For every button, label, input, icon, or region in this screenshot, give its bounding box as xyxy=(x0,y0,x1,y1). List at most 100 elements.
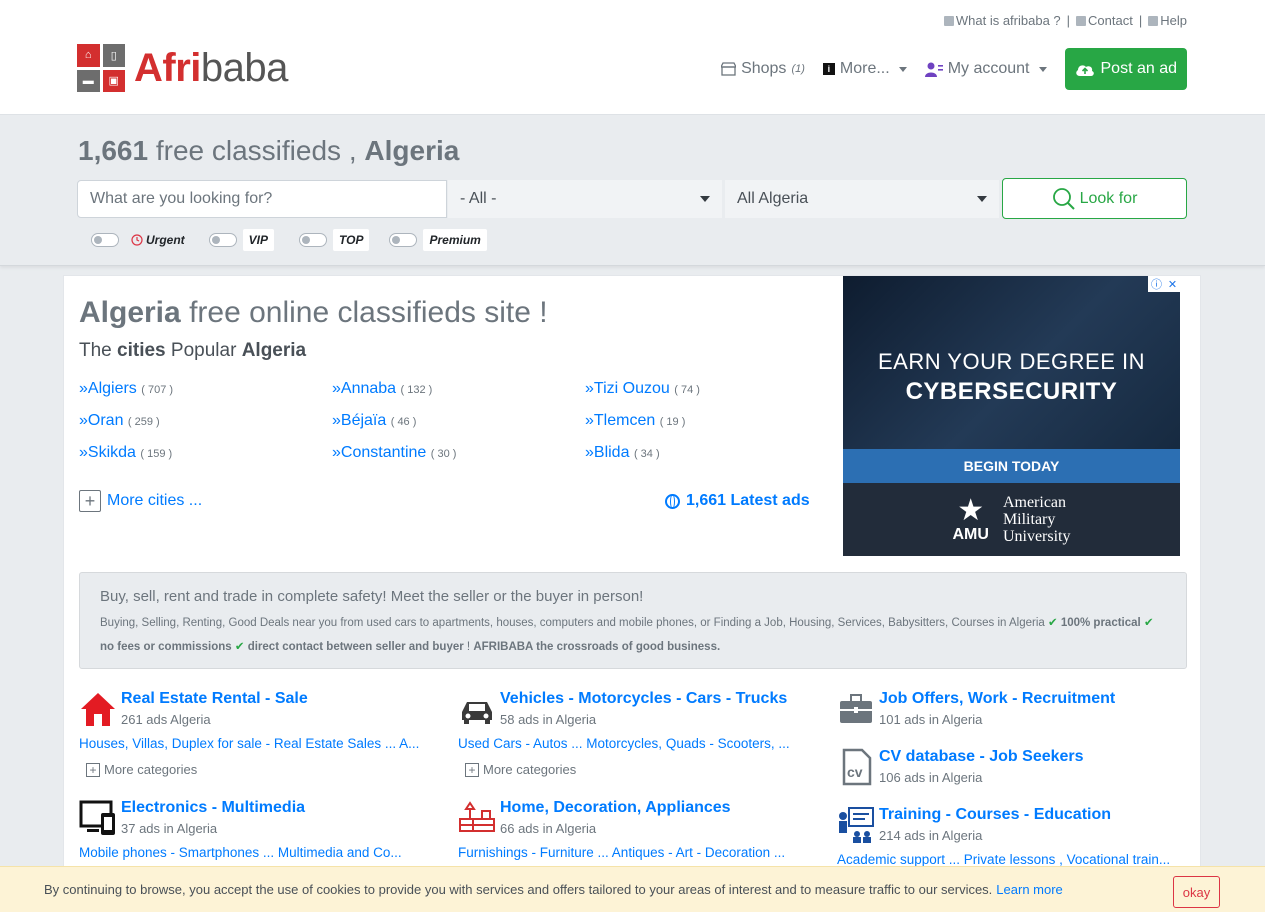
h2-part: Algeria xyxy=(241,340,307,361)
city-link[interactable]: »Oran ( 259 ) xyxy=(79,412,160,430)
post-ad-button[interactable]: Post an ad xyxy=(1064,48,1187,90)
vip-label: VIP xyxy=(242,229,275,251)
search-section: 1,661 free classifieds , Algeria What ar… xyxy=(0,115,1265,266)
toggle-top[interactable]: TOP xyxy=(299,229,370,251)
main-nav: Shops (1) i More... My account Post an a… xyxy=(721,48,1187,90)
city-link[interactable]: »Blida ( 34 ) xyxy=(585,444,660,462)
info-lead: Buy, sell, rent and trade in complete sa… xyxy=(100,588,644,605)
look-for-button[interactable]: Look for xyxy=(1002,178,1187,219)
category-title[interactable]: Electronics - Multimedia xyxy=(121,799,305,817)
category-sublinks[interactable]: Mobile phones - Smartphones ... Multimed… xyxy=(79,845,424,860)
city-count: ( 30 ) xyxy=(430,448,457,460)
city-link[interactable]: »Tizi Ouzou ( 74 ) xyxy=(585,380,700,398)
logo-baba: baba xyxy=(200,46,288,90)
city-count: ( 132 ) xyxy=(400,384,433,396)
help-link[interactable]: Help xyxy=(1148,13,1187,28)
advertisement-banner[interactable]: ⓘ ✕ EARN YOUR DEGREE IN CYBERSECURITY BEG… xyxy=(843,276,1180,556)
contact-link-label: Contact xyxy=(1088,13,1133,28)
amu-logo: ★ AMU xyxy=(953,493,989,544)
category-count: 101 ads in Algeria xyxy=(879,712,983,727)
separator: | xyxy=(1066,13,1071,28)
city-name: »Tizi Ouzou xyxy=(585,380,670,397)
learn-more-link[interactable]: Learn more xyxy=(996,882,1062,897)
toggle-vip[interactable]: VIP xyxy=(208,229,275,251)
more-cities-label: More cities ... xyxy=(107,492,203,509)
help-link-label: Help xyxy=(1160,13,1187,28)
latest-ads-link[interactable]: 1,661 Latest ads xyxy=(665,492,810,510)
category-select[interactable]: - All - xyxy=(448,180,722,218)
h2-part: The xyxy=(79,340,112,361)
top-switch[interactable] xyxy=(299,233,328,247)
city-link[interactable]: »Algiers ( 707 ) xyxy=(79,380,173,398)
shops-link[interactable]: Shops (1) xyxy=(721,60,805,78)
more-categories-link[interactable]: + More categories xyxy=(86,762,197,777)
category-sublinks[interactable]: Used Cars - Autos ... Motorcycles, Quads… xyxy=(458,736,803,751)
category-title[interactable]: Home, Decoration, Appliances xyxy=(500,799,731,817)
toggle-urgent[interactable]: Urgent xyxy=(91,233,185,247)
top-links: What is afribaba ? | Contact | Help xyxy=(943,13,1187,28)
logo-text: Afribaba xyxy=(134,48,288,88)
shop-icon xyxy=(721,62,737,76)
check-icon: ✔ xyxy=(1047,617,1058,629)
cv-icon: cv xyxy=(842,748,872,786)
account-dropdown[interactable]: My account xyxy=(924,60,1047,78)
urgent-label-wrap: Urgent xyxy=(131,233,185,247)
ad-cta[interactable]: BEGIN TODAY xyxy=(843,449,1180,483)
look-for-label: Look for xyxy=(1079,189,1138,207)
about-link[interactable]: What is afribaba ? xyxy=(943,13,1061,28)
plus-icon: + xyxy=(86,762,100,777)
check-icon: ✔ xyxy=(1143,617,1154,629)
logo-afri: Afri xyxy=(134,46,201,90)
category-count: 261 ads Algeria xyxy=(121,712,211,727)
category-title[interactable]: Real Estate Rental - Sale xyxy=(121,690,308,708)
city-link[interactable]: »Skikda ( 159 ) xyxy=(79,444,172,462)
premium-switch[interactable] xyxy=(389,233,418,247)
more-label: More... xyxy=(839,60,890,77)
help-icon xyxy=(1148,15,1159,26)
clock-icon xyxy=(131,234,143,246)
category-title[interactable]: Vehicles - Motorcycles - Cars - Trucks xyxy=(500,690,787,708)
city-count: ( 46 ) xyxy=(390,416,417,428)
city-name: »Oran xyxy=(79,412,124,429)
amu-name-line: University xyxy=(1002,528,1071,545)
category-sublinks[interactable]: Houses, Villas, Duplex for sale - Real E… xyxy=(79,736,424,751)
city-name: »Béjaïa xyxy=(332,412,387,429)
category-sublinks[interactable]: Academic support ... Private lessons , V… xyxy=(837,852,1182,867)
check-icon: ✔ xyxy=(234,641,245,653)
star-icon: ★ xyxy=(957,493,985,527)
toggle-premium[interactable]: Premium xyxy=(389,229,487,251)
cookie-banner: By continuing to browse, you accept the … xyxy=(0,866,1265,912)
more-dropdown[interactable]: i More... xyxy=(822,60,907,78)
ad-headline: EARN YOUR DEGREE IN xyxy=(877,349,1146,374)
about-link-label: What is afribaba ? xyxy=(955,13,1061,28)
city-count: ( 34 ) xyxy=(633,448,660,460)
city-link[interactable]: »Béjaïa ( 46 ) xyxy=(332,412,416,430)
category-title[interactable]: CV database - Job Seekers xyxy=(879,748,1084,766)
more-cities-link[interactable]: + More cities ... xyxy=(79,490,202,512)
latest-ads-label: 1,661 Latest ads xyxy=(686,492,810,509)
category-count: 66 ads in Algeria xyxy=(500,821,597,836)
close-icon[interactable]: ✕ xyxy=(1168,278,1177,291)
ad-choices[interactable]: ⓘ ✕ xyxy=(1148,276,1180,292)
category-title[interactable]: Job Offers, Work - Recruitment xyxy=(879,690,1115,708)
category-sublinks[interactable]: Furnishings - Furniture ... Antiques - A… xyxy=(458,845,803,860)
more-categories-link[interactable]: + More categories xyxy=(465,762,576,777)
cookie-text: By continuing to browse, you accept the … xyxy=(44,882,993,897)
ad-brand: ★ AMU American Military University xyxy=(843,483,1180,556)
category-count: 106 ads in Algeria xyxy=(879,770,983,785)
devices-icon xyxy=(79,800,115,835)
afribaba-logo[interactable]: ⌂ ▯ ▬ ▣ Afribaba xyxy=(77,44,288,92)
car-icon: ▬ xyxy=(77,69,100,92)
contact-link[interactable]: Contact xyxy=(1076,13,1133,28)
region-select[interactable]: All Algeria xyxy=(725,180,999,218)
city-link[interactable]: »Tlemcen ( 19 ) xyxy=(585,412,685,430)
search-input[interactable]: What are you looking for? xyxy=(77,180,447,218)
info-icon xyxy=(943,15,954,26)
vip-switch[interactable] xyxy=(208,233,237,247)
cookie-okay-button[interactable]: okay xyxy=(1173,876,1220,908)
category-title[interactable]: Training - Courses - Education xyxy=(879,806,1111,824)
city-link[interactable]: »Annaba ( 132 ) xyxy=(332,380,432,398)
city-link[interactable]: »Constantine ( 30 ) xyxy=(332,444,456,462)
amu-name-line: American xyxy=(1002,494,1067,511)
urgent-switch[interactable] xyxy=(91,233,119,247)
